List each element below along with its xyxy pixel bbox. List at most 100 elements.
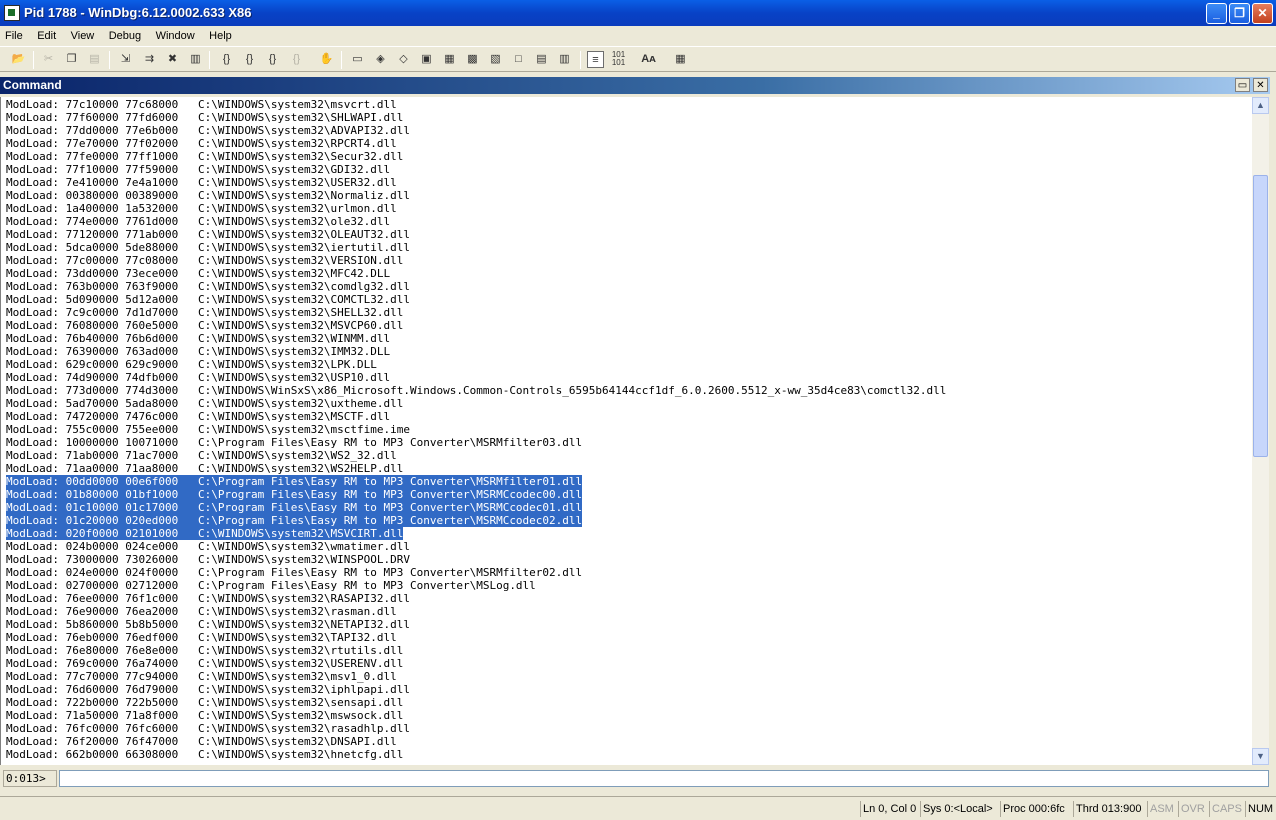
output-line[interactable]: ModLoad: 71aa0000 71aa8000 C:\WINDOWS\sy… (6, 462, 403, 475)
command-close-button[interactable]: ✕ (1253, 78, 1268, 92)
output-line[interactable]: ModLoad: 74720000 7476c000 C:\WINDOWS\sy… (6, 410, 390, 423)
command-input[interactable] (59, 770, 1269, 787)
command-prompt-row: 0:013> (0, 767, 1270, 789)
go-icon[interactable]: {} (264, 51, 281, 68)
dock-button[interactable]: ▭ (1235, 78, 1250, 92)
status-process: Proc 000:6fc (1000, 801, 1067, 817)
break-icon[interactable]: ✖ (164, 51, 181, 68)
windbg-app-icon[interactable] (4, 5, 20, 21)
output-line[interactable]: ModLoad: 77c00000 77c08000 C:\WINDOWS\sy… (6, 254, 403, 267)
title-bar[interactable]: Pid 1788 - WinDbg:6.12.0002.633 X86 _ ❐ … (0, 0, 1276, 26)
font-icon[interactable]: Aᴀ (640, 51, 657, 68)
menu-file[interactable]: File (0, 27, 28, 42)
output-line[interactable]: ModLoad: 71ab0000 71ac7000 C:\WINDOWS\sy… (6, 449, 397, 462)
output-line[interactable]: ModLoad: 5d090000 5d12a000 C:\WINDOWS\sy… (6, 293, 410, 306)
scratch-pad-icon[interactable]: □ (510, 51, 527, 68)
output-line[interactable]: ModLoad: 77c10000 77c68000 C:\WINDOWS\sy… (6, 98, 397, 111)
output-line[interactable]: ModLoad: 74d90000 74dfb000 C:\WINDOWS\sy… (6, 371, 390, 384)
output-line[interactable]: ModLoad: 76e80000 76e8e000 C:\WINDOWS\sy… (6, 644, 403, 657)
output-line[interactable]: ModLoad: 773d0000 774d3000 C:\WINDOWS\Wi… (6, 384, 946, 397)
output-line[interactable]: ModLoad: 00dd0000 00e6f000 C:\Program Fi… (6, 475, 583, 488)
step-in-icon[interactable]: {} (218, 51, 235, 68)
output-line[interactable]: ModLoad: 77120000 771ab000 C:\WINDOWS\sy… (6, 228, 410, 241)
processes-icon[interactable]: ▤ (533, 51, 550, 68)
menu-edit[interactable]: Edit (32, 27, 61, 42)
output-line[interactable]: ModLoad: 73dd0000 73ece000 C:\WINDOWS\sy… (6, 267, 390, 280)
output-line[interactable]: ModLoad: 71a50000 71a8f000 C:\WINDOWS\Sy… (6, 709, 403, 722)
output-line[interactable]: ModLoad: 01c20000 020ed000 C:\Program Fi… (6, 514, 583, 527)
output-line[interactable]: ModLoad: 01c10000 01c17000 C:\Program Fi… (6, 501, 583, 514)
output-line[interactable]: ModLoad: 769c0000 76a74000 C:\WINDOWS\sy… (6, 657, 403, 670)
output-line[interactable]: ModLoad: 1a400000 1a532000 C:\WINDOWS\sy… (6, 202, 397, 215)
output-line[interactable]: ModLoad: 755c0000 755ee000 C:\WINDOWS\sy… (6, 423, 410, 436)
step-over-icon[interactable]: ⇉ (141, 51, 158, 68)
menu-debug[interactable]: Debug (104, 27, 146, 42)
paste-icon[interactable]: ▤ (86, 51, 103, 68)
locals-icon[interactable]: ◇ (395, 51, 412, 68)
step-into-icon[interactable]: ⇲ (117, 51, 134, 68)
output-line[interactable]: ModLoad: 76fc0000 76fc6000 C:\WINDOWS\sy… (6, 722, 410, 735)
step-out-icon[interactable]: {} (241, 51, 258, 68)
hex-icon[interactable]: 101 101 (610, 51, 627, 68)
output-line[interactable]: ModLoad: 77e70000 77f02000 C:\WINDOWS\sy… (6, 137, 397, 150)
maximize-button[interactable]: ❐ (1229, 3, 1250, 24)
output-line[interactable]: ModLoad: 01b80000 01bf1000 C:\Program Fi… (6, 488, 583, 501)
output-line[interactable]: ModLoad: 77f10000 77f59000 C:\WINDOWS\sy… (6, 163, 390, 176)
menu-view[interactable]: View (66, 27, 100, 42)
output-line[interactable]: ModLoad: 5b860000 5b8b5000 C:\WINDOWS\sy… (6, 618, 410, 631)
command-window-title-bar[interactable]: Command ▭ ✕ (0, 77, 1270, 94)
menu-help[interactable]: Help (204, 27, 237, 42)
output-line[interactable]: ModLoad: 00380000 00389000 C:\WINDOWS\sy… (6, 189, 410, 202)
close-button[interactable]: ✕ (1252, 3, 1273, 24)
output-line[interactable]: ModLoad: 76eb0000 76edf000 C:\WINDOWS\sy… (6, 631, 397, 644)
output-line[interactable]: ModLoad: 10000000 10071000 C:\Program Fi… (6, 436, 582, 449)
output-line[interactable]: ModLoad: 76390000 763ad000 C:\WINDOWS\sy… (6, 345, 390, 358)
output-line[interactable]: ModLoad: 76e90000 76ea2000 C:\WINDOWS\sy… (6, 605, 397, 618)
output-line[interactable]: ModLoad: 73000000 73026000 C:\WINDOWS\sy… (6, 553, 410, 566)
output-line[interactable]: ModLoad: 76d60000 76d79000 C:\WINDOWS\sy… (6, 683, 410, 696)
output-line[interactable]: ModLoad: 7e410000 7e4a1000 C:\WINDOWS\sy… (6, 176, 397, 189)
output-line[interactable]: ModLoad: 76ee0000 76f1c000 C:\WINDOWS\sy… (6, 592, 410, 605)
output-line[interactable]: ModLoad: 77c70000 77c94000 C:\WINDOWS\sy… (6, 670, 397, 683)
output-line[interactable]: ModLoad: 02700000 02712000 C:\Program Fi… (6, 579, 536, 592)
output-line[interactable]: ModLoad: 77fe0000 77ff1000 C:\WINDOWS\sy… (6, 150, 403, 163)
scroll-down-button[interactable]: ▼ (1252, 748, 1269, 765)
threads-icon[interactable]: ▥ (556, 51, 573, 68)
vertical-scrollbar[interactable]: ▲ ▼ (1252, 97, 1269, 765)
registers-icon[interactable]: ▣ (418, 51, 435, 68)
output-line[interactable]: ModLoad: 629c0000 629c9000 C:\WINDOWS\sy… (6, 358, 377, 371)
output-line[interactable]: ModLoad: 774e0000 7761d000 C:\WINDOWS\sy… (6, 215, 390, 228)
output-line[interactable]: ModLoad: 662b0000 66308000 C:\WINDOWS\sy… (6, 748, 403, 761)
output-line[interactable]: ModLoad: 5dca0000 5de88000 C:\WINDOWS\sy… (6, 241, 410, 254)
output-line[interactable]: ModLoad: 024e0000 024f0000 C:\Program Fi… (6, 566, 582, 579)
run-to-cursor-icon[interactable]: ▥ (187, 51, 204, 68)
open-icon[interactable]: 📂 (10, 51, 27, 68)
options-icon[interactable]: ▦ (672, 51, 689, 68)
output-line[interactable]: ModLoad: 7c9c0000 7d1d7000 C:\WINDOWS\sy… (6, 306, 403, 319)
output-line[interactable]: ModLoad: 722b0000 722b5000 C:\WINDOWS\sy… (6, 696, 403, 709)
stop-icon[interactable]: {} (288, 51, 305, 68)
call-stack-icon[interactable]: ▩ (464, 51, 481, 68)
memory-icon[interactable]: ▦ (441, 51, 458, 68)
watch-icon[interactable]: ◈ (372, 51, 389, 68)
output-line[interactable]: ModLoad: 77f60000 77fd6000 C:\WINDOWS\sy… (6, 111, 403, 124)
scroll-up-button[interactable]: ▲ (1252, 97, 1269, 114)
minimize-button[interactable]: _ (1206, 3, 1227, 24)
output-line[interactable]: ModLoad: 020f0000 02101000 C:\WINDOWS\sy… (6, 527, 404, 540)
output-line[interactable]: ModLoad: 763b0000 763f9000 C:\WINDOWS\sy… (6, 280, 410, 293)
output-line[interactable]: ModLoad: 76080000 760e5000 C:\WINDOWS\sy… (6, 319, 403, 332)
output-line[interactable]: ModLoad: 024b0000 024ce000 C:\WINDOWS\sy… (6, 540, 410, 553)
hand-icon[interactable]: ✋ (318, 51, 335, 68)
copy-icon[interactable]: ❐ (63, 51, 80, 68)
disassembly-icon[interactable]: ▧ (487, 51, 504, 68)
output-line[interactable]: ModLoad: 5ad70000 5ada8000 C:\WINDOWS\sy… (6, 397, 403, 410)
menu-window[interactable]: Window (151, 27, 200, 42)
cut-icon[interactable]: ✂ (40, 51, 57, 68)
output-line[interactable]: ModLoad: 76f20000 76f47000 C:\WINDOWS\sy… (6, 735, 397, 748)
source-mode-icon[interactable]: ≡ (587, 51, 604, 68)
scrollbar-thumb[interactable] (1253, 175, 1268, 457)
output-line[interactable]: ModLoad: 77dd0000 77e6b000 C:\WINDOWS\sy… (6, 124, 410, 137)
command-output[interactable]: ModLoad: 77c10000 77c68000 C:\WINDOWS\sy… (0, 97, 1252, 765)
command-window-icon[interactable]: ▭ (349, 51, 366, 68)
output-line[interactable]: ModLoad: 76b40000 76b6d000 C:\WINDOWS\sy… (6, 332, 390, 345)
